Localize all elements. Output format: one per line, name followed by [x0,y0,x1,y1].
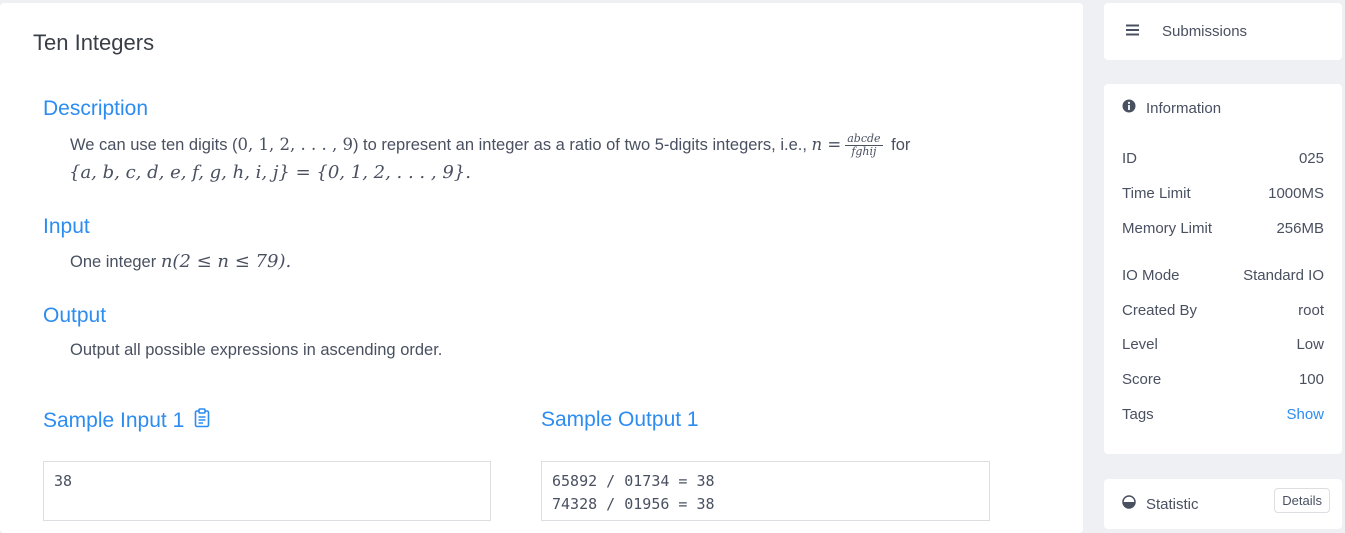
n-equals: n = [811,135,842,154]
info-value: root [1298,302,1324,319]
ratio-fraction: abcde fghij [845,133,883,159]
info-value: 025 [1298,150,1324,167]
info-label: Score [1122,371,1162,388]
description-text-before: We can use ten digits ( [70,136,238,154]
output-text: Output all possible expressions in ascen… [70,341,443,359]
sample-output-heading: Sample Output 1 [541,408,699,431]
submissions-card[interactable]: Submissions [1104,3,1342,60]
input-constraint: n(2 ≤ n ≤ 79). [160,251,292,272]
submissions-label: Submissions [1162,23,1248,40]
sample-input-heading-label: Sample Input 1 [43,409,185,432]
info-label: Time Limit [1122,185,1191,202]
info-row-time-limit: Time Limit 1000MS [1122,185,1324,202]
info-icon [1122,99,1146,117]
statistic-card: Statistic Details [1104,479,1342,529]
input-text: One integer n(2 ≤ n ≤ 79). [70,251,291,272]
description-heading: Description [43,97,149,120]
menu-icon [1126,23,1149,40]
output-heading: Output [43,304,107,327]
info-label: ID [1122,150,1137,167]
fraction-denominator: fghij [851,145,877,159]
description-text-middle: ) to represent an integer as a ratio of … [352,136,812,154]
copy-icon[interactable] [194,408,210,434]
sample-input-box[interactable]: 38 [43,461,491,521]
info-row-tags: Tags Show [1122,406,1324,423]
info-row-level: Level Low [1122,336,1324,353]
info-value: 256MB [1276,220,1324,237]
sample-output-box[interactable]: 65892 / 01734 = 38 74328 / 01956 = 38 [541,461,990,521]
input-heading: Input [43,215,90,238]
information-heading: Information [1122,99,1221,117]
tags-show-link[interactable]: Show [1286,406,1324,423]
statistic-heading-label: Statistic [1146,495,1199,513]
info-row-score: Score 100 [1122,371,1324,388]
info-value: 100 [1298,371,1324,388]
information-card: Information ID 025 Time Limit 1000MS Mem… [1104,84,1342,454]
info-label: Created By [1122,302,1198,319]
information-heading-label: Information [1146,99,1222,117]
info-row-io-mode: IO Mode Standard IO [1122,267,1324,284]
info-label: Memory Limit [1122,220,1213,237]
sample-input-heading: Sample Input 1 [43,408,210,434]
pie-chart-icon [1122,495,1146,513]
description-text: We can use ten digits (0, 1, 2, . . . , … [69,131,1030,187]
info-value: Standard IO [1243,267,1324,284]
input-text-label: One integer [70,253,157,271]
submissions-link[interactable]: Submissions [1126,23,1247,40]
info-value: Low [1296,336,1324,353]
digits-range: 0, 1, 2, . . . , 9 [237,135,353,154]
problem-card: Ten Integers Description We can use ten … [0,3,1083,533]
page-title: Ten Integers [33,30,155,55]
info-label: Tags [1122,406,1154,423]
info-label: IO Mode [1122,267,1180,284]
info-value: 1000MS [1268,185,1324,202]
description-for: for [891,136,911,154]
statistic-heading: Statistic [1122,495,1199,513]
info-row-id: ID 025 [1122,150,1324,167]
info-row-created-by: Created By root [1122,302,1324,319]
info-label: Level [1122,336,1158,353]
description-set-equation: {a, b, c, d, e, f, g, h, i, j} = {0, 1, … [69,162,471,183]
info-row-memory-limit: Memory Limit 256MB [1122,220,1324,237]
details-button[interactable]: Details [1274,488,1330,513]
